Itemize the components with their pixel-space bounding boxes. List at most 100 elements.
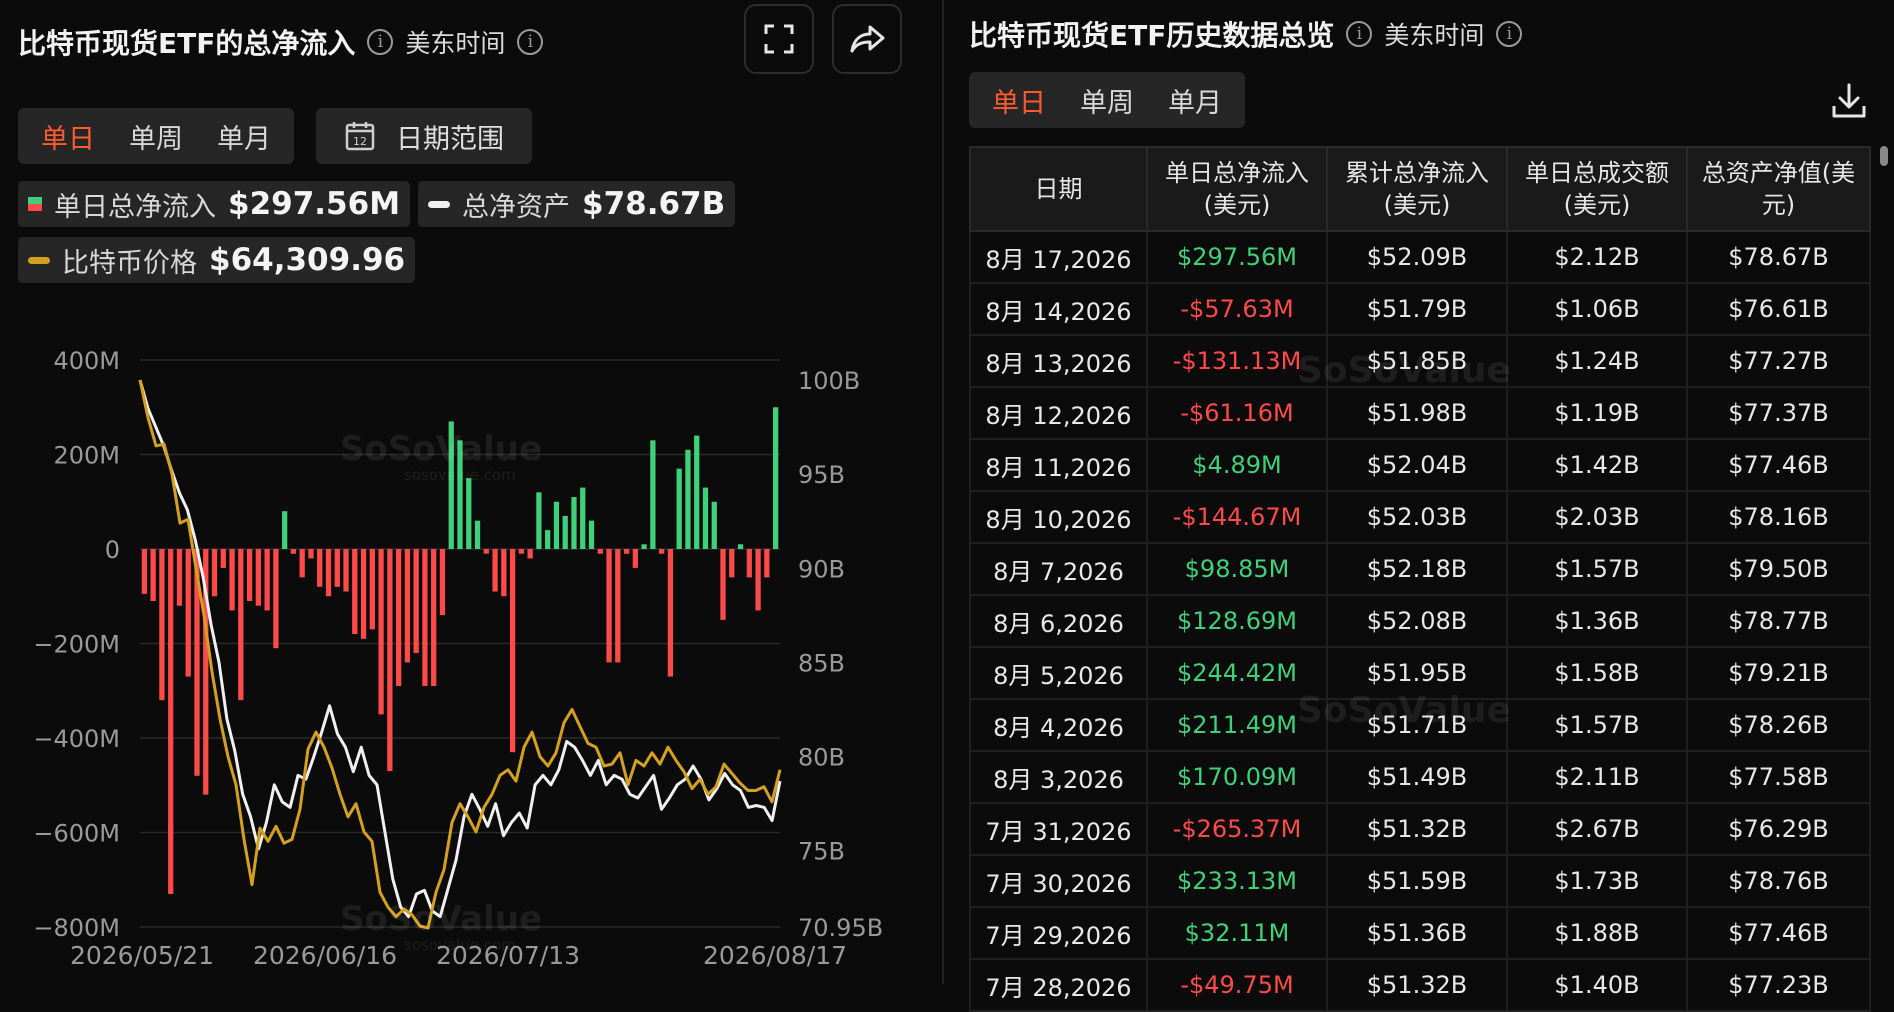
x-tick-label: 2026/05/21 <box>70 941 214 970</box>
tab-weekly[interactable]: 单周 <box>1063 81 1151 120</box>
table-cell: $51.95B <box>1326 646 1508 700</box>
right-tick-label: 85B <box>798 649 845 677</box>
table-scrollbar[interactable] <box>1880 146 1888 166</box>
table-row[interactable]: 8月 3,2026 $170.09M $51.49B $2.11B $77.58B <box>969 750 1871 804</box>
table-cell: $52.03B <box>1326 490 1508 544</box>
inflow-chart[interactable]: 400M 200M 0 −200M −400M −600M −800M 100B 95B 90B 8… <box>0 330 900 984</box>
inflow-bar <box>755 549 761 611</box>
table-row[interactable]: 8月 10,2026 -$144.67M $52.03B $2.03B $78.16B <box>969 490 1871 544</box>
table-cell: $78.67B <box>1686 230 1871 284</box>
right-tick-label: 70.95B <box>798 914 883 942</box>
tab-daily[interactable]: 单日 <box>975 81 1063 120</box>
timezone-info-icon[interactable]: i <box>517 29 544 55</box>
table-cell: $1.06B <box>1506 282 1688 336</box>
inflow-bar <box>650 440 656 549</box>
right-tick-label: 95B <box>798 461 845 489</box>
table-cell: $1.40B <box>1506 958 1688 1012</box>
table-row[interactable]: 8月 12,2026 -$61.16M $51.98B $1.19B $77.37B <box>969 386 1871 440</box>
tab-monthly[interactable]: 单月 <box>1151 81 1239 120</box>
inflow-bar <box>659 549 665 554</box>
timezone-label: 美东时间 <box>405 29 506 58</box>
fullscreen-button[interactable] <box>744 4 814 74</box>
svg-text:12: 12 <box>353 135 367 148</box>
legend-inflow[interactable]: 单日总净流入 $297.56M <box>18 181 411 227</box>
table-cell: 8月 11,2026 <box>969 438 1148 492</box>
legend-price[interactable]: 比特币价格 $64,309.96 <box>18 237 416 283</box>
table-cell: $4.89M <box>1146 438 1328 492</box>
inflow-bar <box>711 501 717 549</box>
table-cell: $77.46B <box>1686 438 1871 492</box>
tab-monthly[interactable]: 单月 <box>200 117 288 156</box>
table-row[interactable]: 8月 14,2026 -$57.63M $51.79B $1.06B $76.61B <box>969 282 1871 336</box>
table-cell: 8月 12,2026 <box>969 386 1148 440</box>
inflow-swatch-icon <box>28 197 42 211</box>
table-row[interactable]: 8月 5,2026 $244.42M $51.95B $1.58B $79.21B <box>969 646 1871 700</box>
share-icon <box>850 25 885 53</box>
table-row[interactable]: 8月 7,2026 $98.85M $52.18B $1.57B $79.50B <box>969 542 1871 596</box>
watermark-url: sosovalue.com <box>404 466 516 484</box>
inflow-bar <box>404 549 411 663</box>
inflow-bar <box>641 544 647 549</box>
table-row[interactable]: 8月 11,2026 $4.89M $52.04B $1.42B $77.46B <box>969 438 1871 492</box>
x-tick-label: 2026/08/17 <box>703 941 847 970</box>
x-tick-label: 2026/06/16 <box>253 941 397 970</box>
table-body: 8月 17,2026 $297.56M $52.09B $2.12B $78.67B 8月… <box>969 230 1871 1012</box>
download-button[interactable] <box>1830 82 1868 124</box>
date-range-button[interactable]: 12 日期范围 <box>316 108 532 164</box>
column-header[interactable]: 总资产净值(美 元) <box>1686 146 1871 232</box>
table-cell: $1.58B <box>1506 646 1688 700</box>
table-row[interactable]: 7月 31,2026 -$265.37M $51.32B $2.67B $76.29B <box>969 802 1871 856</box>
table-cell: $128.69M <box>1146 594 1328 648</box>
column-header[interactable]: 累计总净流入 (美元) <box>1326 146 1508 232</box>
price-swatch-icon <box>28 256 50 264</box>
column-header[interactable]: 单日总净流入 (美元) <box>1146 146 1328 232</box>
inflow-bar <box>615 549 621 663</box>
table-row[interactable]: 8月 4,2026 $211.49M $51.71B $1.57B $78.26B <box>969 698 1871 752</box>
inflow-bar <box>667 549 674 677</box>
table-header-row: 日期 单日总净流入 (美元) 累计总净流入 (美元) 单日总成交额 (美元) 总资产净值(美元… <box>969 146 1871 232</box>
inflow-bar <box>211 549 218 597</box>
inflow-bar <box>308 549 314 559</box>
table-row[interactable]: 8月 17,2026 $297.56M $52.09B $2.12B $78.67B <box>969 230 1871 284</box>
table-row[interactable]: 7月 30,2026 $233.13M $51.59B $1.73B $78.76B <box>969 854 1871 908</box>
table-cell: $1.24B <box>1506 334 1688 388</box>
table-cell: $76.61B <box>1686 282 1871 336</box>
inflow-bar <box>545 530 551 549</box>
table-cell: $233.13M <box>1146 854 1328 908</box>
inflow-bar <box>290 549 297 554</box>
inflow-bar <box>597 549 603 554</box>
left-tick-label: −400M <box>33 725 120 753</box>
column-header[interactable]: 日期 <box>969 146 1148 232</box>
table-cell: -$57.63M <box>1146 282 1328 336</box>
table-cell: $1.57B <box>1506 698 1688 752</box>
inflow-bar <box>176 549 183 606</box>
table-cell: $76.29B <box>1686 802 1871 856</box>
inflow-bar <box>676 468 682 549</box>
table-cell: $51.85B <box>1326 334 1508 388</box>
table-row[interactable]: 7月 28,2026 -$49.75M $51.32B $1.40B $77.23B <box>969 958 1871 1012</box>
table-row[interactable]: 7月 29,2026 $32.11M $51.36B $1.88B $77.46B <box>969 906 1871 960</box>
history-table: 日期 单日总净流入 (美元) 累计总净流入 (美元) 单日总成交额 (美元) 总资产净值(美元… <box>969 146 1871 1012</box>
tab-daily[interactable]: 单日 <box>24 117 112 156</box>
inflow-bar <box>623 549 630 554</box>
legend-inflow-value: $297.56M <box>228 186 401 222</box>
share-button[interactable] <box>832 4 902 74</box>
tab-weekly[interactable]: 单周 <box>112 117 200 156</box>
right-tick-label: 100B <box>798 367 860 395</box>
table-cell: $78.77B <box>1686 594 1871 648</box>
timezone-info-icon[interactable]: i <box>1496 21 1523 47</box>
inflow-bar <box>737 544 744 549</box>
info-icon[interactable]: i <box>367 29 394 55</box>
table-row[interactable]: 8月 6,2026 $128.69M $52.08B $1.36B $78.77B <box>969 594 1871 648</box>
column-header[interactable]: 单日总成交额 (美元) <box>1506 146 1688 232</box>
download-icon <box>1832 83 1866 118</box>
legend-assets[interactable]: 总净资产 $78.67B <box>418 181 736 227</box>
inflow-bar <box>694 435 700 549</box>
info-icon[interactable]: i <box>1346 21 1373 47</box>
inflow-bar <box>492 549 498 592</box>
assets-swatch-icon <box>428 200 450 208</box>
inflow-bar <box>562 515 568 549</box>
table-cell: $211.49M <box>1146 698 1328 752</box>
inflow-bar <box>334 549 340 587</box>
table-row[interactable]: 8月 13,2026 -$131.13M $51.85B $1.24B $77.27B <box>969 334 1871 388</box>
